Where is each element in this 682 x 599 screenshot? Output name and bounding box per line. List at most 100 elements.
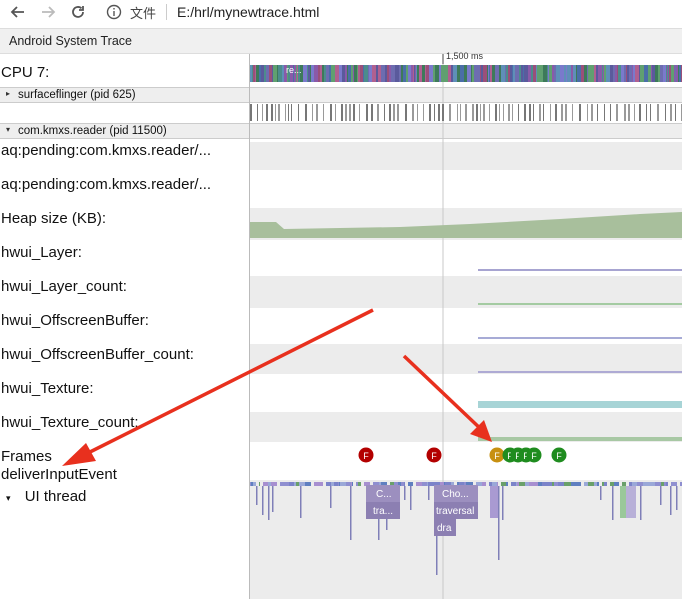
ui-tick-slice[interactable]	[268, 486, 270, 520]
cpu-slice[interactable]	[640, 65, 644, 82]
cpu-slice[interactable]	[602, 65, 603, 82]
ui-top-slice[interactable]	[661, 482, 664, 486]
cpu-slice[interactable]	[492, 65, 495, 82]
cpu-slice[interactable]	[505, 65, 506, 82]
surfaceflinger-slice[interactable]	[639, 104, 641, 121]
frame-marker-orange[interactable]: F	[489, 447, 505, 463]
surfaceflinger-slice[interactable]	[476, 104, 478, 121]
cpu-slice[interactable]	[329, 65, 331, 82]
cpu-slice[interactable]	[395, 65, 396, 82]
ui-top-slice[interactable]	[511, 482, 516, 486]
ui-top-slice[interactable]	[659, 482, 661, 486]
surfaceflinger-slice[interactable]	[561, 104, 563, 121]
ui-top-slice[interactable]	[542, 482, 547, 486]
surfaceflinger-slice[interactable]	[384, 104, 385, 121]
cpu-slice[interactable]	[678, 65, 679, 82]
ui-top-slice[interactable]	[253, 482, 256, 486]
cpu-slice[interactable]	[387, 65, 389, 82]
cpu-slice[interactable]	[519, 65, 521, 82]
cpu-slice[interactable]	[481, 65, 483, 82]
surfaceflinger-slice[interactable]	[442, 104, 444, 121]
ui-top-slice[interactable]	[346, 482, 347, 486]
ui-top-slice[interactable]	[348, 482, 351, 486]
cpu-slice[interactable]	[524, 65, 528, 82]
cpu-slice[interactable]	[547, 65, 548, 82]
surfaceflinger-slice[interactable]	[518, 104, 519, 121]
cpu-slice[interactable]	[318, 65, 320, 82]
ui-top-slice[interactable]	[570, 482, 571, 486]
surfaceflinger-slice[interactable]	[266, 104, 268, 121]
trace-canvas[interactable]: re... F F F F F F F F C... tra... Cho...…	[0, 0, 682, 599]
surfaceflinger-slice[interactable]	[278, 104, 280, 121]
surfaceflinger-slice[interactable]	[489, 104, 490, 121]
ui-top-slice[interactable]	[552, 482, 554, 486]
cpu-slice[interactable]	[543, 65, 547, 82]
cpu-slice[interactable]	[391, 65, 395, 82]
ui-top-slice[interactable]	[516, 482, 517, 486]
surfaceflinger-slice[interactable]	[650, 104, 651, 121]
surfaceflinger-slice[interactable]	[539, 104, 541, 121]
ui-tick-slice[interactable]	[300, 486, 302, 518]
ui-top-slice[interactable]	[666, 482, 668, 486]
cpu-slice[interactable]	[266, 65, 269, 82]
ui-top-slice[interactable]	[251, 482, 253, 486]
ui-top-slice[interactable]	[643, 482, 646, 486]
cpu-slice[interactable]	[674, 65, 675, 82]
cpu-slice[interactable]	[624, 65, 626, 82]
ui-top-slice[interactable]	[492, 482, 497, 486]
surfaceflinger-slice[interactable]	[291, 104, 292, 121]
ui-top-slice[interactable]	[571, 482, 575, 486]
ui-top-slice[interactable]	[331, 482, 334, 486]
cpu-slice[interactable]	[613, 65, 615, 82]
cpu-slice[interactable]	[358, 65, 360, 82]
frame-marker-red[interactable]: F	[426, 447, 442, 463]
surfaceflinger-slice[interactable]	[565, 104, 567, 121]
ui-top-slice[interactable]	[532, 482, 538, 486]
cpu-slice[interactable]	[669, 65, 671, 82]
surfaceflinger-slice[interactable]	[341, 104, 343, 121]
cpu-slice[interactable]	[408, 65, 411, 82]
cpu-slice[interactable]	[303, 65, 307, 82]
cpu-slice[interactable]	[357, 65, 358, 82]
surfaceflinger-slice[interactable]	[345, 104, 347, 121]
cpu-slice[interactable]	[627, 65, 629, 82]
cpu-slice[interactable]	[310, 65, 311, 82]
cpu-slice[interactable]	[457, 65, 460, 82]
cpu-slice[interactable]	[495, 65, 499, 82]
frame-marker-green[interactable]: F	[526, 447, 542, 463]
ui-top-slice[interactable]	[356, 482, 358, 486]
surfaceflinger-slice[interactable]	[604, 104, 605, 121]
cpu-slice[interactable]	[385, 65, 387, 82]
ui-top-slice[interactable]	[259, 482, 260, 486]
surfaceflinger-slice[interactable]	[417, 104, 418, 121]
ui-top-slice[interactable]	[650, 482, 655, 486]
surfaceflinger-slice[interactable]	[624, 104, 626, 121]
cpu-slice[interactable]	[403, 65, 404, 82]
surfaceflinger-slice[interactable]	[480, 104, 481, 121]
ui-top-slice[interactable]	[655, 482, 659, 486]
cpu-slice[interactable]	[610, 65, 613, 82]
surfaceflinger-slice[interactable]	[288, 104, 289, 121]
cpu-slice[interactable]	[368, 65, 369, 82]
cpu-slice[interactable]	[255, 65, 256, 82]
ui-top-slice[interactable]	[538, 482, 542, 486]
surfaceflinger-slice[interactable]	[257, 104, 258, 121]
cpu-slice[interactable]	[419, 65, 422, 82]
cpu-slice[interactable]	[415, 65, 416, 82]
cpu-slice[interactable]	[335, 65, 339, 82]
ui-top-slice[interactable]	[597, 482, 599, 486]
cpu-slice[interactable]	[571, 65, 573, 82]
surfaceflinger-slice[interactable]	[533, 104, 534, 121]
cpu-slice[interactable]	[663, 65, 666, 82]
surfaceflinger-slice[interactable]	[550, 104, 551, 121]
surfaceflinger-slice[interactable]	[572, 104, 573, 121]
cpu-slice[interactable]	[348, 65, 351, 82]
surfaceflinger-slice[interactable]	[675, 104, 676, 121]
cpu-slice[interactable]	[326, 65, 329, 82]
ui-top-slice[interactable]	[428, 482, 434, 486]
ui-top-slice[interactable]	[314, 482, 320, 486]
surfaceflinger-slice[interactable]	[305, 104, 307, 121]
cpu-slice[interactable]	[411, 65, 413, 82]
cpu-slice[interactable]	[679, 65, 681, 82]
cpu-slice[interactable]	[467, 65, 471, 82]
